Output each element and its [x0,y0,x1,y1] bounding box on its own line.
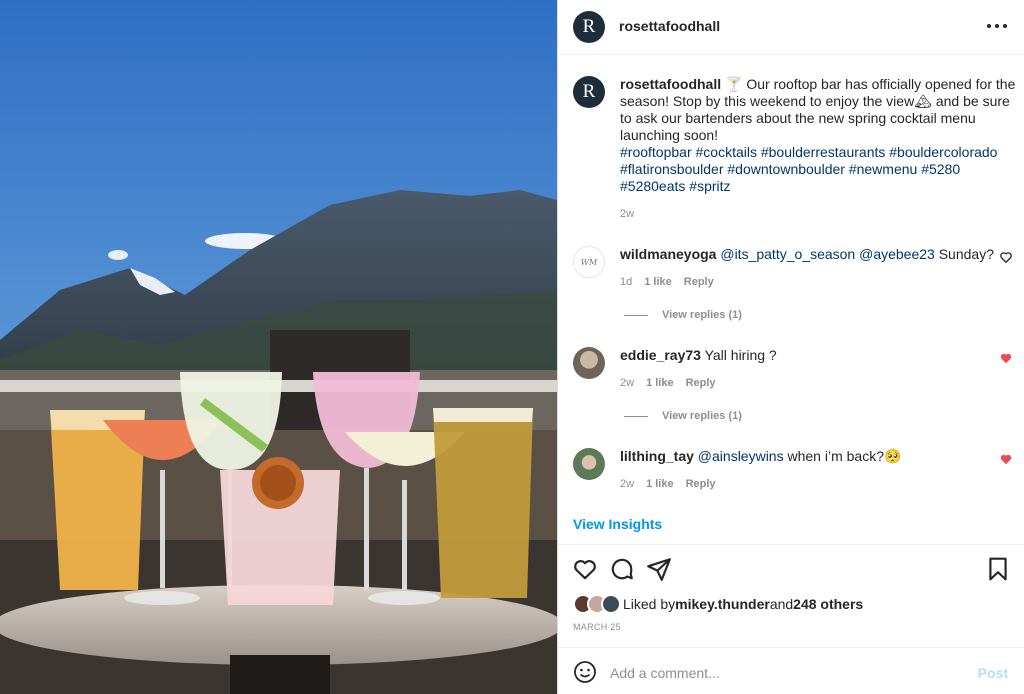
comment-time[interactable]: 1d [620,276,632,288]
share-paper-plane-icon[interactable] [646,556,672,582]
avatar-letter: R [582,16,596,37]
comment-text: eddie_ray73 Yall hiring ? [620,347,777,364]
post-header: R rosettafoodhall [558,0,1024,55]
caption-username[interactable]: rosettafoodhall [620,76,721,92]
likes-prefix: Liked by [623,596,676,612]
view-replies-label: View replies (1) [662,309,742,321]
comment-text: wildmaneyoga @its_patty_o_season @ayebee… [620,246,994,263]
commenter-avatar[interactable] [573,448,605,480]
post-sidebar: R rosettafoodhall R rosettafoodhall 🍸 Ou… [557,0,1024,694]
bookmark-save-icon[interactable] [985,556,1011,582]
like-heart-icon[interactable] [572,556,598,582]
comment-body: Yall hiring ? [704,347,777,363]
heart-filled-icon[interactable] [999,351,1013,365]
comment-meta: 2w 1 like Reply [620,377,728,389]
liker-username[interactable]: mikey.thunder [675,596,770,612]
comment-username[interactable]: lilthing_tay [620,448,694,464]
comment-input[interactable] [610,662,970,684]
mountain-emoji: 🏔 [914,93,932,109]
liker-avatars [573,594,623,614]
post-photo[interactable] [0,0,557,694]
caption-text: rosettafoodhall 🍸 Our rooftop bar has of… [620,76,1016,195]
replies-divider [624,415,648,417]
more-horizontal-icon[interactable] [987,16,1007,36]
caption-timestamp[interactable]: 2w [620,208,634,220]
commenter-avatar[interactable]: WM [573,246,605,278]
view-replies[interactable]: View replies (1) [624,410,742,422]
commenter-avatar[interactable] [573,347,605,379]
post-date[interactable]: MARCH 25 [573,622,621,632]
comment-body: Sunday? [934,246,994,262]
author-avatar[interactable]: R [573,11,605,43]
likes-middle: and [769,596,794,612]
comment-time[interactable]: 2w [620,377,634,389]
comment-time[interactable]: 2w [620,478,634,490]
comment-likes[interactable]: 1 like [646,478,674,490]
heart-outline-icon[interactable] [999,250,1013,264]
view-replies[interactable]: View replies (1) [624,309,742,321]
liker-avatar [601,594,621,614]
reply-button[interactable]: Reply [686,377,716,389]
divider [558,544,1024,545]
view-replies-label: View replies (1) [662,410,742,422]
author-username[interactable]: rosettafoodhall [619,18,720,34]
comment-meta: 2w 1 like Reply [620,478,728,490]
view-insights-link[interactable]: View Insights [573,516,662,532]
comment-likes[interactable]: 1 like [644,276,672,288]
likes-summary[interactable]: Liked by mikey.thunder and 248 others [573,594,863,614]
post-comment-button[interactable]: Post [978,665,1008,681]
divider [558,647,1024,648]
rooftop-cocktails-image [0,0,557,694]
reply-button[interactable]: Reply [686,478,716,490]
comment-body: when i’m back?🥺 [783,448,902,464]
comment-mentions[interactable]: @ainsleywins [698,448,784,464]
avatar-letter: R [582,81,596,102]
reply-button[interactable]: Reply [684,276,714,288]
post-actions [558,556,1024,584]
comment-username[interactable]: wildmaneyoga [620,246,716,262]
comment-text: lilthing_tay @ainsleywins when i’m back?… [620,448,901,465]
caption-author-avatar[interactable]: R [573,76,605,108]
comment-likes[interactable]: 1 like [646,377,674,389]
replies-divider [624,314,648,316]
comment-username[interactable]: eddie_ray73 [620,347,701,363]
emoji-smiley-icon[interactable] [573,660,597,684]
comment-bubble-icon[interactable] [609,556,635,582]
caption-hashtags[interactable]: #rooftopbar #cocktails #boulderrestauran… [620,144,997,194]
comment-meta: 1d 1 like Reply [620,276,726,288]
heart-filled-icon[interactable] [999,452,1013,466]
comment-mentions[interactable]: @its_patty_o_season @ayebee23 [720,246,934,262]
instagram-post-view: R rosettafoodhall R rosettafoodhall 🍸 Ou… [0,0,1024,694]
likes-others[interactable]: 248 others [793,596,863,612]
